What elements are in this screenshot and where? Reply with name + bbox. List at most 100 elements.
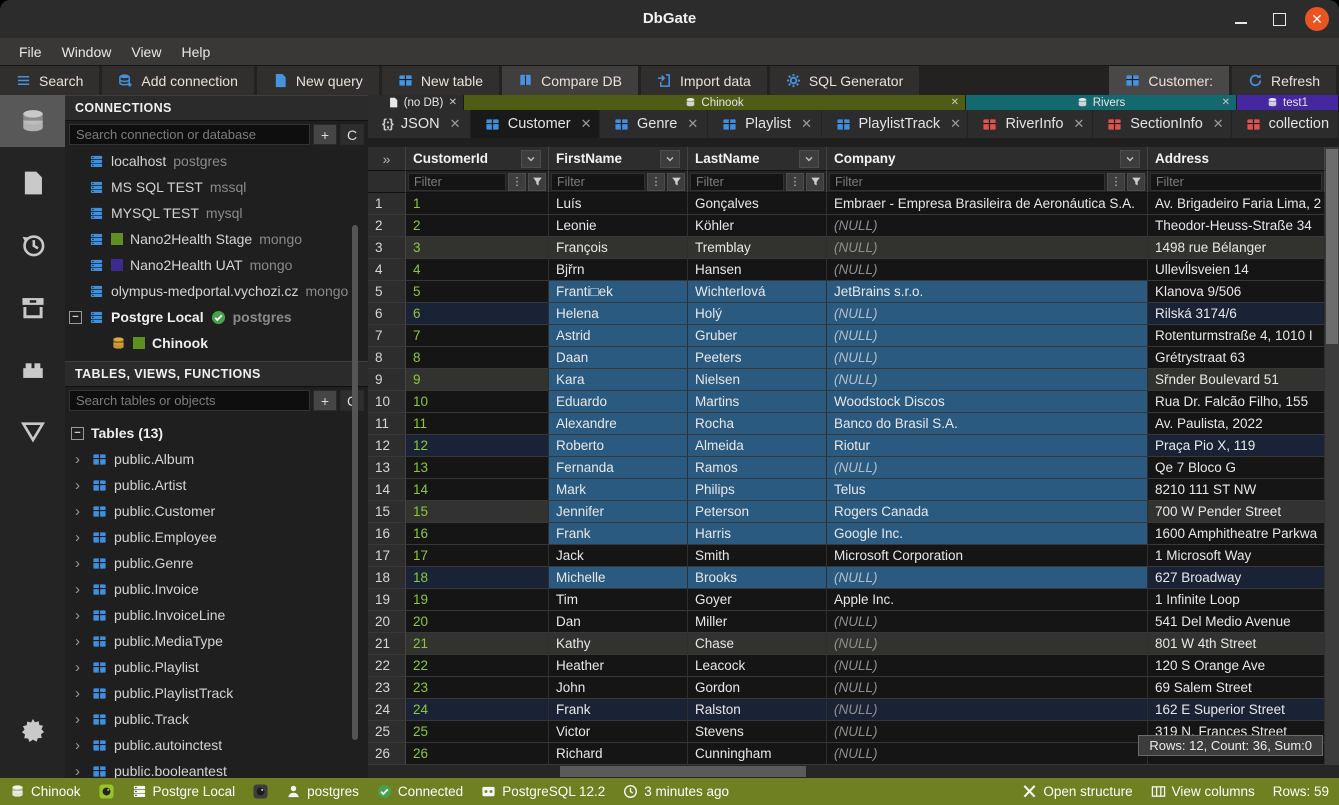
cell-firstname[interactable]: François (549, 237, 688, 259)
cell-address[interactable]: Ullevĺlsveien 14 (1148, 259, 1325, 281)
row-number[interactable]: 18 (368, 567, 406, 589)
minimize-button[interactable] (1229, 7, 1253, 31)
search-button[interactable]: Search (0, 66, 99, 95)
row-number[interactable]: 23 (368, 677, 406, 699)
cell-address[interactable]: Rua Dr. Falcão Filho, 155 (1148, 391, 1325, 413)
cell-customerid[interactable]: 24 (406, 699, 549, 721)
row-number[interactable]: 10 (368, 391, 406, 413)
grid-horizontal-scrollbar-thumb[interactable] (560, 766, 806, 777)
cell-firstname[interactable]: Michelle (549, 567, 688, 589)
grid-vertical-scrollbar-thumb[interactable] (1326, 149, 1338, 344)
new-table-button[interactable]: New table (382, 66, 499, 95)
cell-customerid[interactable]: 1 (406, 193, 549, 215)
filter-input[interactable]: Filter (551, 173, 645, 191)
cell-firstname[interactable]: Heather (549, 655, 688, 677)
cell-address[interactable]: 69 Salem Street (1148, 677, 1325, 699)
funnel-icon[interactable] (528, 173, 546, 191)
close-icon[interactable]: ✕ (1222, 97, 1230, 108)
column-header-address[interactable]: Address (1148, 147, 1325, 171)
collapse-expander-icon[interactable]: − (69, 311, 82, 324)
cell-customerid[interactable]: 25 (406, 721, 549, 743)
cell-company[interactable]: (NULL) (827, 699, 1148, 721)
sidebar-item-file[interactable] (0, 157, 65, 209)
chevron-right-icon[interactable]: › (75, 737, 85, 754)
cell-lastname[interactable]: Gruber (688, 325, 827, 347)
close-icon[interactable]: ✕ (687, 116, 698, 132)
row-number[interactable]: 2 (368, 215, 406, 237)
chevron-right-icon[interactable]: › (75, 529, 85, 546)
cell-company[interactable]: (NULL) (827, 721, 1148, 743)
cell-firstname[interactable]: Helena (549, 303, 688, 325)
sidebar-item-settings[interactable] (0, 704, 65, 756)
cell-company[interactable]: Riotur (827, 435, 1148, 457)
cell-customerid[interactable]: 8 (406, 347, 549, 369)
chevron-right-icon[interactable]: › (75, 503, 85, 520)
cell-lastname[interactable]: Brooks (688, 567, 827, 589)
row-number[interactable]: 1 (368, 193, 406, 215)
cell-address[interactable]: 8210 111 ST NW (1148, 479, 1325, 501)
table-item[interactable]: ›public.Track (65, 706, 368, 732)
filter-menu-button[interactable]: ⋮ (508, 173, 526, 191)
tables-group-header[interactable]: −Tables (13) (65, 420, 368, 446)
cell-address[interactable]: 541 Del Medio Avenue (1148, 611, 1325, 633)
cell-company[interactable]: (NULL) (827, 743, 1148, 765)
chevron-right-icon[interactable]: › (75, 633, 85, 650)
row-number[interactable]: 26 (368, 743, 406, 765)
close-icon[interactable]: ✕ (1073, 116, 1084, 132)
cell-customerid[interactable]: 20 (406, 611, 549, 633)
cell-lastname[interactable]: Smith (688, 545, 827, 567)
cell-company[interactable]: Microsoft Corporation (827, 545, 1148, 567)
menu-item-view[interactable]: View (122, 41, 170, 63)
chevron-right-icon[interactable]: › (75, 477, 85, 494)
tab-playlist[interactable]: Playlist✕ (708, 110, 821, 138)
cell-customerid[interactable]: 3 (406, 237, 549, 259)
cell-customerid[interactable]: 22 (406, 655, 549, 677)
cell-firstname[interactable]: Tim (549, 589, 688, 611)
table-item[interactable]: ›public.booleantest (65, 758, 368, 778)
cell-company[interactable]: Banco do Brasil S.A. (827, 413, 1148, 435)
connection-item[interactable]: −Postgre Localpostgres (65, 304, 368, 330)
tab-group-chinook[interactable]: Chinook✕ (464, 95, 965, 110)
refresh-button[interactable]: Refresh (1232, 66, 1336, 95)
close-icon[interactable]: ✕ (1213, 116, 1224, 132)
tables-plus-button[interactable]: + (313, 390, 337, 411)
row-number[interactable]: 21 (368, 633, 406, 655)
cell-company[interactable]: (NULL) (827, 325, 1148, 347)
row-number[interactable]: 20 (368, 611, 406, 633)
cell-firstname[interactable]: Daan (549, 347, 688, 369)
cell-company[interactable]: Embraer - Empresa Brasileira de Aeronáut… (827, 193, 1148, 215)
cell-address[interactable]: 627 Broadway (1148, 567, 1325, 589)
close-button[interactable]: ✕ (1305, 7, 1329, 31)
cell-lastname[interactable]: Martins (688, 391, 827, 413)
tab-json[interactable]: {;}JSON✕ (368, 110, 471, 138)
cell-lastname[interactable]: Stevens (688, 721, 827, 743)
close-icon[interactable]: ✕ (801, 116, 812, 132)
close-icon[interactable]: ✕ (581, 116, 592, 132)
chevron-right-icon[interactable]: › (75, 581, 85, 598)
cell-firstname[interactable]: Leonie (549, 215, 688, 237)
connection-item[interactable]: Nano2Health UATmongo (65, 252, 368, 278)
filter-menu-button[interactable]: ⋮ (786, 173, 804, 191)
funnel-icon[interactable] (1127, 173, 1145, 191)
row-number[interactable]: 14 (368, 479, 406, 501)
cell-customerid[interactable]: 18 (406, 567, 549, 589)
funnel-icon[interactable] (667, 173, 685, 191)
connection-item[interactable]: olympus-medportal.vychozi.czmongo (65, 278, 368, 304)
chevron-right-icon[interactable]: › (75, 711, 85, 728)
cell-lastname[interactable]: Harris (688, 523, 827, 545)
tab-group-test1[interactable]: test1 (1237, 95, 1338, 110)
row-number[interactable]: 12 (368, 435, 406, 457)
cell-customerid[interactable]: 11 (406, 413, 549, 435)
table-item[interactable]: ›public.PlaylistTrack (65, 680, 368, 706)
cell-company[interactable]: (NULL) (827, 259, 1148, 281)
cell-address[interactable]: Av. Brigadeiro Faria Lima, 2 (1148, 193, 1325, 215)
chevron-right-icon[interactable]: › (75, 607, 85, 624)
cell-customerid[interactable]: 7 (406, 325, 549, 347)
chevron-right-icon[interactable]: › (75, 685, 85, 702)
connections-search-input[interactable] (69, 124, 310, 145)
cell-customerid[interactable]: 10 (406, 391, 549, 413)
cell-address[interactable]: Grétrystraat 63 (1148, 347, 1325, 369)
close-icon[interactable]: ✕ (449, 97, 457, 108)
grid-corner-expand-button[interactable]: » (368, 147, 406, 171)
cell-company[interactable]: Google Inc. (827, 523, 1148, 545)
